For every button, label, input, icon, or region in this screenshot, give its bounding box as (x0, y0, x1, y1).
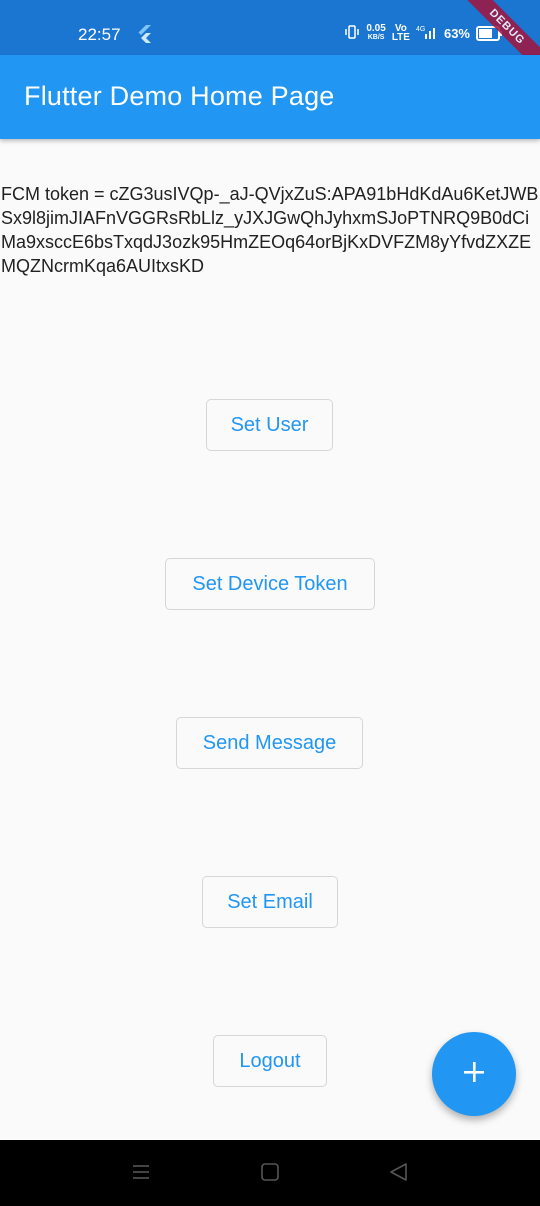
menu-icon[interactable] (131, 1162, 151, 1187)
set-user-button[interactable]: Set User (206, 399, 333, 451)
status-time: 22:57 (78, 25, 121, 44)
back-icon[interactable] (388, 1162, 408, 1187)
set-email-button[interactable]: Set Email (202, 876, 338, 928)
net-speed-value: 0.05 (366, 23, 386, 34)
home-icon[interactable] (260, 1162, 280, 1187)
status-bar: 22:57 0.05 KB/S Vo LTE 4G 63% DEBUG (0, 0, 540, 80)
volte-label: Vo LTE (391, 23, 410, 43)
flutter-icon (137, 25, 153, 48)
net-speed-unit: KB/S (367, 34, 385, 41)
send-message-button[interactable]: Send Message (176, 717, 363, 769)
add-fab-button[interactable] (432, 1032, 516, 1116)
vibrate-icon (344, 24, 360, 42)
battery-percent: 63% (443, 25, 470, 41)
network-label: 4G (416, 26, 425, 33)
net-speed: 0.05 KB/S (366, 24, 385, 42)
status-icons: 0.05 KB/S Vo LTE 4G 63% (344, 23, 502, 43)
plus-icon (462, 1060, 486, 1089)
fcm-token-text: FCM token = cZG3usIVQp-_aJ-QVjxZuS:APA91… (1, 184, 539, 276)
app-bar: Flutter Demo Home Page (0, 55, 540, 139)
signal-icon: 4G (416, 25, 438, 42)
logout-button[interactable]: Logout (213, 1035, 327, 1087)
system-nav-bar (0, 1140, 540, 1206)
set-device-token-button[interactable]: Set Device Token (165, 558, 375, 610)
page-title: Flutter Demo Home Page (24, 81, 335, 111)
